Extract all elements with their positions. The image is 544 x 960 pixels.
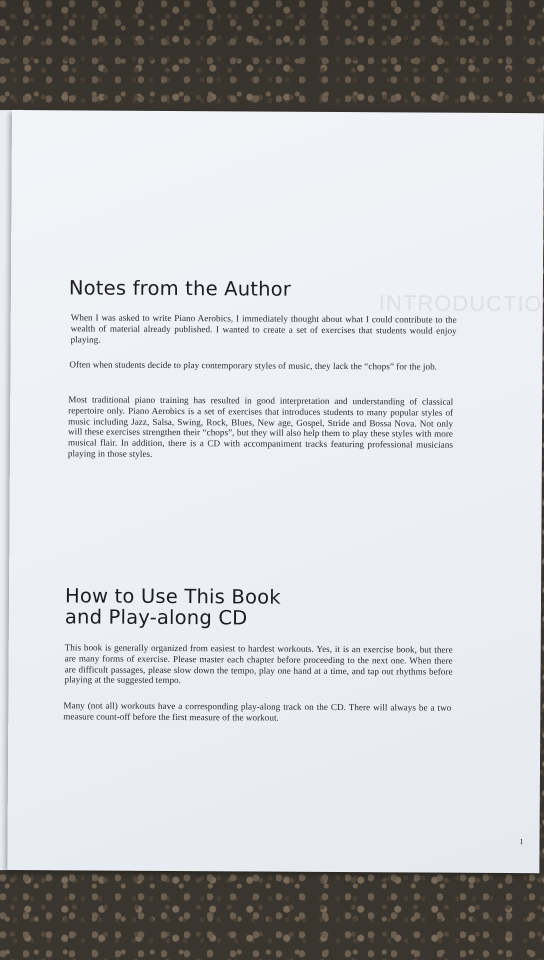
- background-ground: [0, 0, 544, 118]
- bleed-through-text: INTRODUCTIO: [378, 290, 543, 317]
- paragraph-intro: When I was asked to write Piano Aerobics…: [70, 312, 457, 345]
- section-title-how-to-use: How to Use This Book and Play-along CD: [64, 584, 385, 630]
- paragraph-training: Most traditional piano training has resu…: [67, 394, 454, 459]
- paragraph-chops: Often when students decide to play conte…: [69, 359, 438, 372]
- book-page: INTRODUCTIO Notes from the Author When I…: [7, 110, 544, 874]
- paragraph-organization: This book is generally organized from ea…: [64, 642, 453, 686]
- page-number: 1: [519, 837, 524, 847]
- paragraph-play-along: Many (not all) workouts have a correspon…: [63, 700, 452, 723]
- section-title-notes: Notes from the Author: [68, 276, 292, 301]
- section-title-line-2: and Play-along CD: [64, 605, 248, 630]
